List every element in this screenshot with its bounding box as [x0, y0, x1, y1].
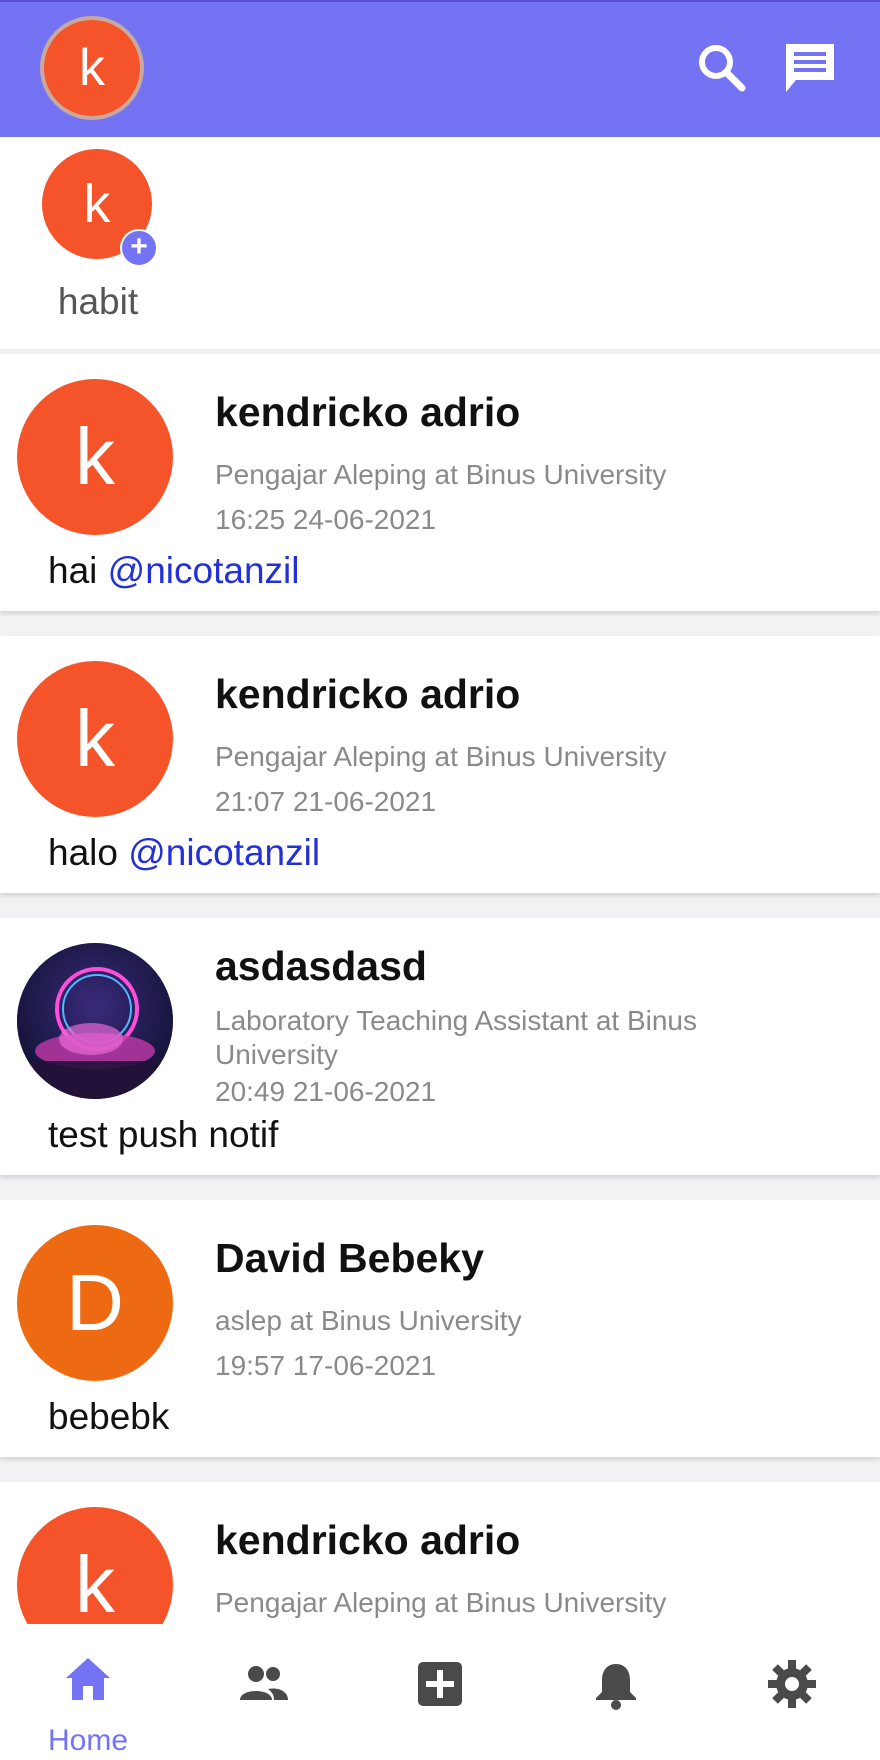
post-timestamp: 20:49 21-06-2021 [215, 1076, 437, 1107]
post-author-role: Pengajar Aleping at Binus University [215, 459, 667, 490]
post-body: bebebk [48, 1396, 170, 1437]
stories-row: k + habit [0, 137, 880, 349]
nav-notifications[interactable] [528, 1624, 704, 1760]
post-card[interactable]: k kendricko adrio Pengajar Aleping at Bi… [0, 636, 880, 893]
add-box-icon [418, 1662, 462, 1706]
story-avatar-letter: k [83, 174, 111, 234]
post-card[interactable]: asdasdasd Laboratory Teaching Assistant … [0, 918, 880, 1175]
add-story-icon[interactable]: + [120, 229, 158, 267]
story-avatar[interactable]: k + [42, 149, 158, 267]
post-text: hai @nicotanzil [48, 550, 299, 592]
post-author-name[interactable]: kendricko adrio [215, 389, 520, 436]
post-avatar[interactable]: k [17, 379, 173, 535]
nav-home[interactable]: Home [0, 1624, 176, 1760]
post-avatar[interactable] [17, 943, 173, 1099]
post-avatar[interactable]: D [17, 1225, 173, 1381]
post-author-role: Pengajar Aleping at Binus University [215, 1587, 667, 1618]
bell-icon [596, 1664, 636, 1710]
nav-settings[interactable] [704, 1624, 880, 1760]
post-body: halo [48, 832, 129, 873]
home-icon [66, 1658, 110, 1700]
user-mention-link[interactable]: @nicotanzil [108, 550, 300, 591]
post-card[interactable]: D David Bebeky aslep at Binus University… [0, 1200, 880, 1457]
post-text: bebebk [48, 1396, 169, 1438]
chat-icon[interactable] [782, 40, 838, 96]
neon-ring-avatar-image [17, 943, 173, 1099]
post-text: test push notif [48, 1114, 278, 1156]
post-author-name[interactable]: David Bebeky [215, 1235, 484, 1282]
profile-avatar[interactable]: k [40, 16, 144, 120]
post-author-role: Laboratory Teaching Assistant at Binus U… [215, 1005, 698, 1070]
post-body: test push notif [48, 1114, 279, 1155]
nav-people[interactable] [176, 1624, 352, 1760]
post-text: halo @nicotanzil [48, 832, 320, 874]
bottom-navigation: Home [0, 1624, 880, 1760]
story-item[interactable]: k + habit [40, 149, 158, 323]
post-author-role: Pengajar Aleping at Binus University [215, 741, 667, 772]
post-author-name[interactable]: asdasdasd [215, 943, 427, 990]
nav-create-post[interactable] [352, 1624, 528, 1760]
post-author-role: aslep at Binus University [215, 1305, 522, 1336]
search-icon[interactable] [694, 40, 750, 96]
nav-home-label: Home [47, 1724, 129, 1757]
people-icon [240, 1666, 288, 1700]
post-card[interactable]: k kendricko adrio Pengajar Aleping at Bi… [0, 354, 880, 611]
post-timestamp: 21:07 21-06-2021 [215, 786, 437, 817]
post-body: hai [48, 550, 108, 591]
post-timestamp: 19:57 17-06-2021 [215, 1350, 437, 1381]
user-mention-link[interactable]: @nicotanzil [128, 832, 320, 873]
gear-icon [768, 1660, 816, 1708]
post-avatar[interactable]: k [17, 661, 173, 817]
top-app-bar: k [0, 0, 880, 137]
post-author-name[interactable]: kendricko adrio [215, 671, 520, 718]
post-author-name[interactable]: kendricko adrio [215, 1517, 520, 1564]
story-label: habit [57, 281, 139, 322]
post-timestamp: 16:25 24-06-2021 [215, 504, 437, 535]
